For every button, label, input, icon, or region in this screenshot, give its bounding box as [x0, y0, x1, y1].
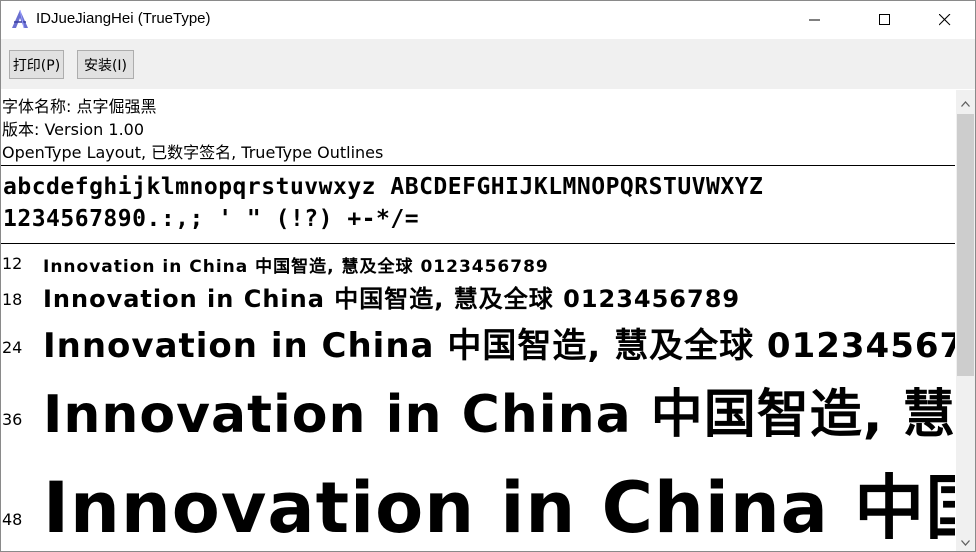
minimize-button[interactable] — [792, 1, 838, 39]
scroll-down-button[interactable] — [956, 529, 975, 551]
size-label: 12 — [2, 254, 23, 273]
sample-row-12: 12 Innovation in China 中国智造, 慧及全球 012345… — [1, 250, 955, 278]
scroll-up-arrow-icon — [961, 92, 970, 111]
title-bar[interactable]: IDJueJiangHei (TrueType) — [1, 1, 975, 39]
minimize-icon — [809, 14, 821, 26]
sample-row-24: 24 Innovation in China 中国智造, 慧及全球 012345… — [1, 316, 955, 364]
scroll-up-button[interactable] — [956, 90, 975, 112]
sample-text: Innovation in China 中国智造, 慧及全球 012345678… — [43, 467, 955, 549]
sample-row-48: 48 Innovation in China 中国智造, 慧及全球 012345… — [1, 450, 955, 551]
install-button[interactable]: 安装(I) — [77, 50, 134, 79]
maximize-button[interactable] — [862, 1, 908, 39]
scrollbar-thumb[interactable] — [957, 114, 974, 376]
divider — [1, 243, 955, 244]
size-label: 48 — [2, 510, 23, 529]
outline-info: OpenType Layout, 已数字签名, TrueType Outline… — [2, 143, 384, 162]
window-title: IDJueJiangHei (TrueType) — [36, 10, 211, 27]
vertical-scrollbar[interactable] — [956, 90, 975, 551]
maximize-icon — [879, 14, 891, 26]
font-name-info: 字体名称: 点字倔强黑 — [2, 97, 157, 116]
sample-text: Innovation in China 中国智造, 慧及全球 012345678… — [43, 326, 955, 364]
font-file-icon — [10, 9, 30, 29]
sample-text: Innovation in China 中国智造, 慧及全球 012345678… — [43, 385, 955, 442]
font-viewer-window: IDJueJiangHei (TrueType) 打印(P) 安装(I) 字体名… — [0, 0, 976, 552]
charset-letters: abcdefghijklmnopqrstuvwxyz ABCDEFGHIJKLM… — [3, 174, 764, 200]
toolbar: 打印(P) 安装(I) — [1, 39, 975, 89]
scroll-down-arrow-icon — [961, 531, 970, 550]
print-button[interactable]: 打印(P) — [9, 50, 64, 79]
sample-text: Innovation in China 中国智造, 慧及全球 012345678… — [43, 257, 549, 277]
sample-text: Innovation in China 中国智造, 慧及全球 012345678… — [43, 285, 741, 313]
version-info: 版本: Version 1.00 — [2, 120, 145, 139]
size-label: 36 — [2, 410, 23, 429]
divider — [1, 165, 955, 166]
size-label: 18 — [2, 290, 23, 309]
close-button[interactable] — [922, 1, 968, 39]
sample-row-18: 18 Innovation in China 中国智造, 慧及全球 012345… — [1, 278, 955, 314]
size-label: 24 — [2, 338, 23, 357]
font-preview-area: 字体名称: 点字倔强黑 版本: Version 1.00 OpenType La… — [1, 90, 955, 551]
charset-symbols: 1234567890.:,; ' " (!?) +-*/= — [3, 206, 420, 232]
close-icon — [939, 14, 951, 26]
sample-row-36: 36 Innovation in China 中国智造, 慧及全球 012345… — [1, 368, 955, 442]
